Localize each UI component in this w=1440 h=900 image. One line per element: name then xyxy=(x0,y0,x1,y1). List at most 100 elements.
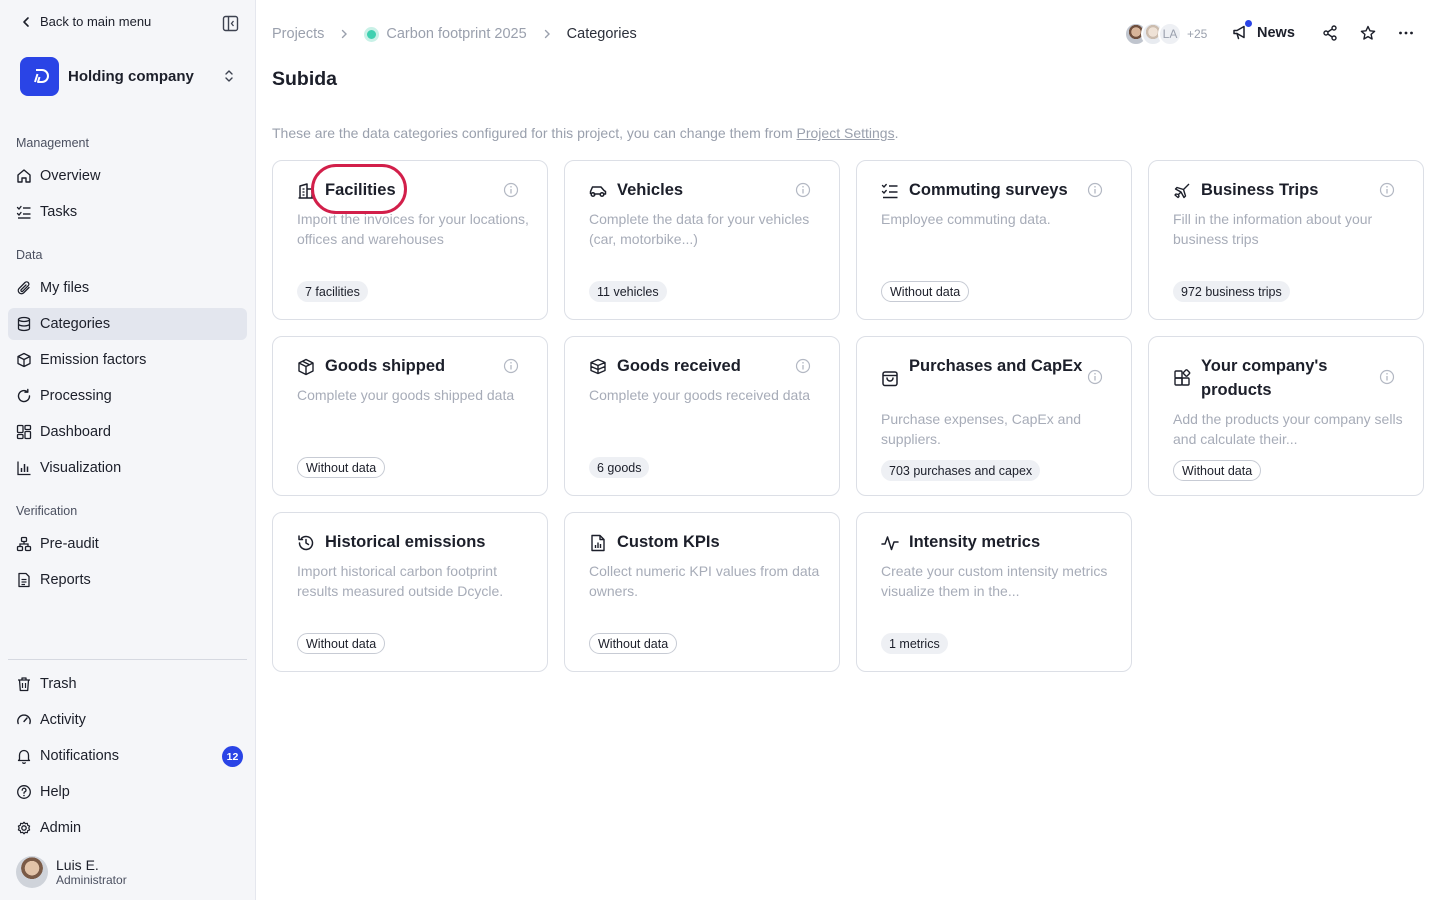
card-description: Import the invoices for your locations, … xyxy=(297,211,529,247)
card-status-badge: Without data xyxy=(589,633,678,654)
more-options-icon[interactable] xyxy=(1398,25,1414,41)
sidebar-item-help[interactable]: Help xyxy=(8,776,247,808)
plane-icon xyxy=(1174,183,1190,199)
sidebar-item-label: Tasks xyxy=(40,204,78,220)
card-description: Complete your goods shipped data xyxy=(297,387,515,403)
card-status-badge: 972 business trips xyxy=(1173,281,1290,302)
home-icon xyxy=(17,169,31,183)
user-name: Luis E. xyxy=(56,856,99,873)
card-description: Fill in the information about your busin… xyxy=(1173,211,1373,247)
category-card-custom-kpis[interactable]: Custom KPIs Collect numeric KPI values f… xyxy=(564,512,840,672)
card-title: Purchases and CapEx xyxy=(909,357,1083,375)
user-profile[interactable]: Luis E. Administrator xyxy=(16,856,127,888)
card-title: Your company's products xyxy=(1201,357,1328,399)
card-title: Goods received xyxy=(617,357,741,375)
category-card-intensity-metrics[interactable]: Intensity metrics Create your custom int… xyxy=(856,512,1132,672)
sidebar-item-emission-factors[interactable]: Emission factors xyxy=(8,344,247,376)
news-unread-dot xyxy=(1245,20,1252,27)
card-status-badge: Without data xyxy=(297,633,386,654)
sidebar-item-activity[interactable]: Activity xyxy=(8,704,247,736)
card-description: Employee commuting data. xyxy=(881,211,1051,227)
bar-chart-icon xyxy=(17,461,31,476)
gauge-icon xyxy=(17,714,31,725)
back-to-main-menu-link[interactable]: Back to main menu xyxy=(20,14,151,29)
card-title: Intensity metrics xyxy=(909,533,1041,551)
info-icon[interactable] xyxy=(503,182,519,198)
section-title-verification: Verification xyxy=(16,504,78,518)
file-chart-icon xyxy=(591,534,605,552)
category-card-vehicles[interactable]: Vehicles Complete the data for your vehi… xyxy=(564,160,840,320)
sidebar-item-visualization[interactable]: Visualization xyxy=(8,452,247,484)
sidebar-item-label: Trash xyxy=(40,676,77,692)
category-card-purchases-capex[interactable]: Purchases and CapEx Purchase expenses, C… xyxy=(856,336,1132,496)
collapse-sidebar-icon[interactable] xyxy=(222,15,239,32)
page-title: Subida xyxy=(272,68,338,90)
back-link-label: Back to main menu xyxy=(40,14,152,29)
chevron-right-icon xyxy=(342,29,348,39)
help-circle-icon xyxy=(17,785,31,799)
sidebar-item-dashboard[interactable]: Dashboard xyxy=(8,416,247,448)
breadcrumb-project[interactable]: Carbon footprint 2025 xyxy=(386,26,526,42)
breadcrumb-projects[interactable]: Projects xyxy=(272,26,324,42)
paperclip-icon xyxy=(17,281,30,295)
sidebar-item-label: Pre-audit xyxy=(40,536,99,552)
sidebar: Back to main menu Holding company Manage… xyxy=(0,0,256,900)
category-card-goods-shipped[interactable]: Goods shipped Complete your goods shippe… xyxy=(272,336,548,496)
dcycle-logo-icon xyxy=(33,69,49,83)
info-icon[interactable] xyxy=(795,182,811,198)
database-icon xyxy=(17,316,31,332)
card-description: Import historical carbon footprint resul… xyxy=(297,563,504,599)
section-title-management: Management xyxy=(16,136,89,150)
card-description: Complete your goods received data xyxy=(589,387,811,403)
sidebar-item-label: Emission factors xyxy=(40,352,147,368)
sidebar-item-trash[interactable]: Trash xyxy=(8,668,247,700)
shopping-bag-icon xyxy=(882,371,898,387)
info-icon[interactable] xyxy=(1087,182,1103,198)
card-title: Goods shipped xyxy=(325,357,446,375)
sidebar-item-label: Overview xyxy=(40,168,101,184)
page-description-text: These are the data categories configured… xyxy=(272,125,797,141)
category-card-facilities[interactable]: Facilities Import the invoices for your … xyxy=(272,160,548,320)
card-title: Facilities xyxy=(325,181,396,199)
organization-switcher[interactable]: Holding company xyxy=(20,56,236,96)
info-icon[interactable] xyxy=(795,358,811,374)
sidebar-item-tasks[interactable]: Tasks xyxy=(8,196,247,228)
info-icon[interactable] xyxy=(503,358,519,374)
members-more-count: +25 xyxy=(1187,27,1208,41)
breadcrumb: Projects Carbon footprint 2025 Categorie… xyxy=(272,24,637,44)
user-role: Administrator xyxy=(56,872,127,887)
sidebar-item-admin[interactable]: Admin xyxy=(8,812,247,844)
sidebar-item-categories[interactable]: Categories xyxy=(8,308,247,340)
project-settings-link[interactable]: Project Settings xyxy=(797,125,895,141)
organization-logo xyxy=(20,56,59,96)
card-description: Add the products your company sells and … xyxy=(1173,411,1403,447)
hierarchy-icon xyxy=(16,536,32,552)
sidebar-item-overview[interactable]: Overview xyxy=(8,160,247,192)
info-icon[interactable] xyxy=(1379,182,1395,198)
sidebar-item-reports[interactable]: Reports xyxy=(8,564,247,596)
sidebar-item-label: Categories xyxy=(40,316,111,332)
info-icon[interactable] xyxy=(1087,369,1103,385)
list-checks-icon xyxy=(16,205,31,219)
products-icon xyxy=(1174,369,1191,386)
sidebar-item-processing[interactable]: Processing xyxy=(8,380,247,412)
chevron-up-down-icon xyxy=(225,70,233,82)
category-card-goods-received[interactable]: Goods received Complete your goods recei… xyxy=(564,336,840,496)
category-card-business-trips[interactable]: Business Trips Fill in the information a… xyxy=(1148,160,1424,320)
card-description: Purchase expenses, CapEx and suppliers. xyxy=(881,411,1082,447)
organization-name: Holding company xyxy=(68,67,194,85)
star-icon[interactable] xyxy=(1360,25,1376,41)
sidebar-item-pre-audit[interactable]: Pre-audit xyxy=(8,528,247,560)
share-icon[interactable] xyxy=(1322,25,1338,41)
info-icon[interactable] xyxy=(1379,369,1395,385)
card-title: Custom KPIs xyxy=(617,533,720,551)
sidebar-item-my-files[interactable]: My files xyxy=(8,272,247,304)
category-card-historical-emissions[interactable]: Historical emissions Import historical c… xyxy=(272,512,548,672)
car-icon xyxy=(589,186,607,198)
bell-icon xyxy=(17,749,31,764)
category-card-company-products[interactable]: Your company's products Add the products… xyxy=(1148,336,1424,496)
category-card-commuting-surveys[interactable]: Commuting surveys Employee commuting dat… xyxy=(856,160,1132,320)
sidebar-item-notifications[interactable]: Notifications 12 xyxy=(8,740,247,772)
project-members[interactable]: LA +25 xyxy=(1124,22,1207,46)
news-button[interactable]: News xyxy=(1232,20,1295,41)
